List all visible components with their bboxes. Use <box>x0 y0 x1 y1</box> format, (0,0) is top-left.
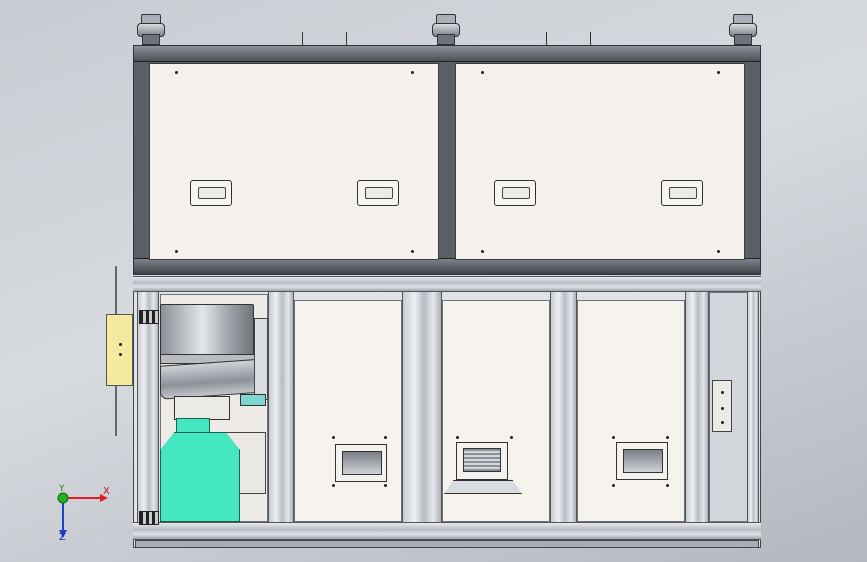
top-rail <box>134 46 760 62</box>
feeder-chute <box>254 318 268 400</box>
post <box>137 292 159 522</box>
triad-y-label: Y <box>59 484 65 494</box>
post <box>268 292 294 522</box>
leveling-foot-right <box>729 14 757 45</box>
hopper-tank-neck <box>176 418 210 434</box>
leveling-foot-center <box>432 14 460 45</box>
lifting-bracket-right <box>546 32 591 46</box>
chute-2 <box>456 442 508 480</box>
door-handle[interactable] <box>661 180 703 206</box>
triad-z-label: Z <box>59 532 66 543</box>
hopper-tank <box>160 432 240 522</box>
post <box>747 292 759 522</box>
wall-bracket <box>712 380 732 432</box>
feeder-outlet <box>240 394 266 406</box>
upper-door-left[interactable] <box>149 63 439 260</box>
lower-top-rail <box>133 276 761 292</box>
door-handle[interactable] <box>494 180 536 206</box>
vent-grille-3 <box>616 442 668 480</box>
lifting-bracket-left <box>302 32 347 46</box>
upper-door-right[interactable] <box>455 63 745 260</box>
post <box>550 292 577 522</box>
chute-tray <box>444 480 522 494</box>
door-handle[interactable] <box>357 180 399 206</box>
corner-bracket <box>139 511 159 525</box>
post <box>402 292 442 522</box>
post <box>685 292 709 522</box>
door-handle[interactable] <box>190 180 232 206</box>
side-control-box <box>106 314 133 386</box>
leveling-foot-left <box>137 14 165 45</box>
triad-x-label: X <box>103 486 110 497</box>
lower-bottom-rail <box>133 522 761 540</box>
bay-1 <box>294 300 402 522</box>
bottom-rail <box>134 258 760 274</box>
corner-bracket <box>139 310 159 324</box>
feeder-bowl-top <box>160 304 254 356</box>
bay-3 <box>577 300 685 522</box>
base-plate <box>135 540 759 548</box>
vent-grille-1 <box>335 444 387 482</box>
y-axis-origin <box>57 492 69 504</box>
feeder-base <box>174 396 230 420</box>
